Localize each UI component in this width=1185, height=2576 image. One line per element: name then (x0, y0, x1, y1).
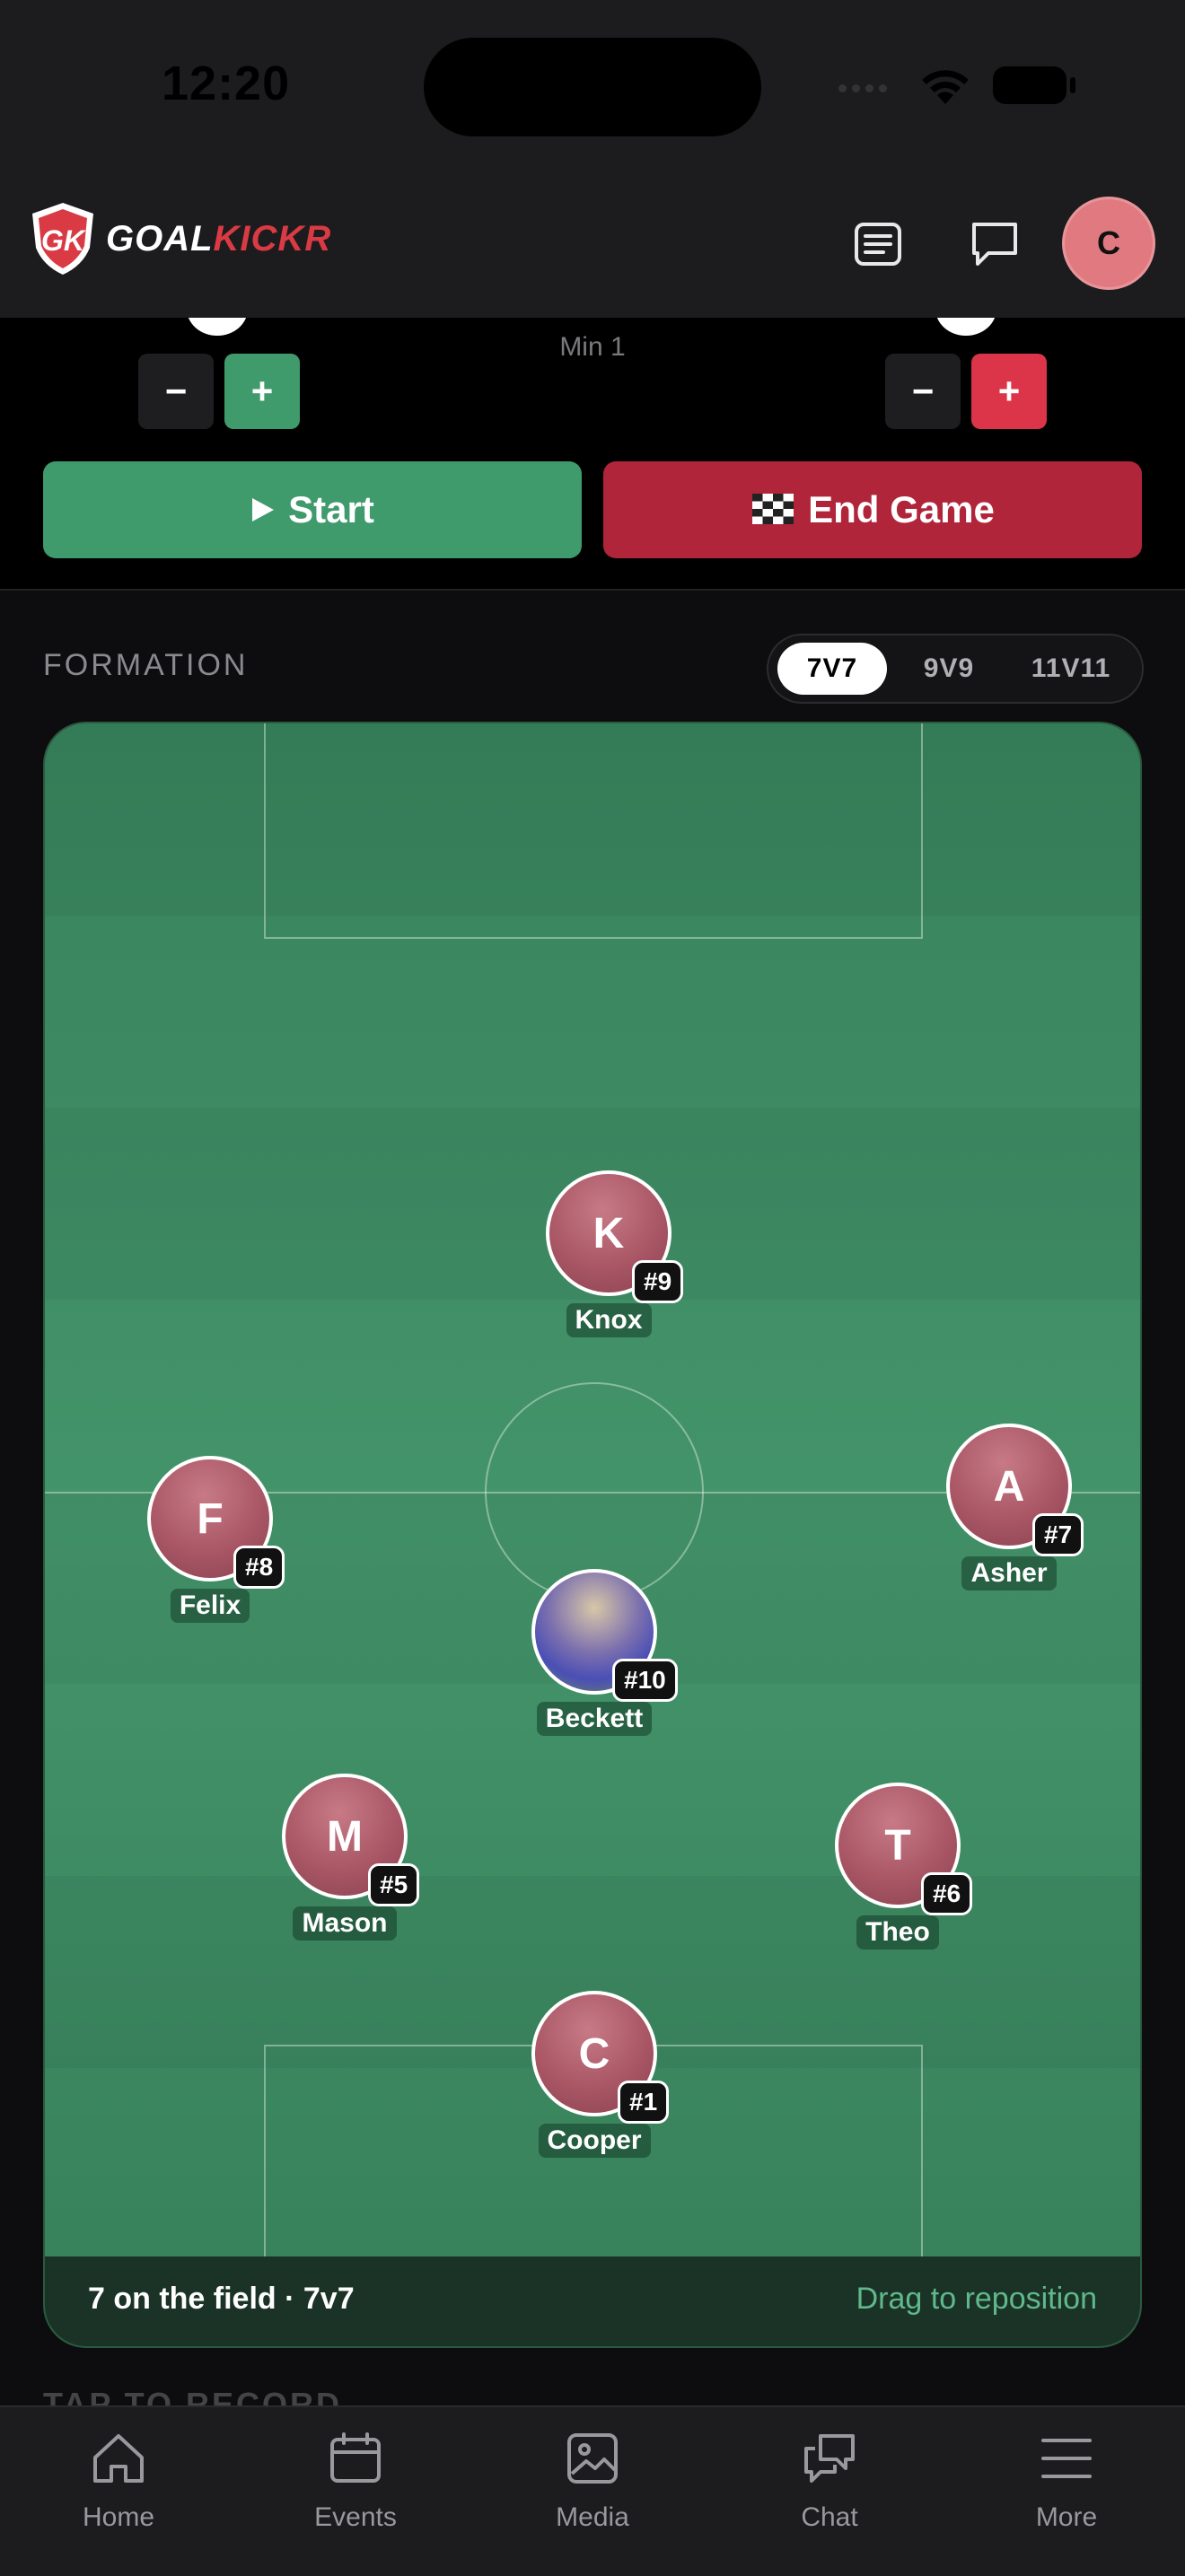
bottom-tab-bar: Home Events Media Chat More (0, 2405, 1185, 2576)
wifi-icon (922, 70, 969, 104)
user-avatar[interactable]: C (1065, 199, 1153, 287)
tab-events-label: Events (314, 2502, 397, 2532)
cellular-signal-icon (838, 84, 887, 92)
drag-hint: Drag to reposition (856, 2282, 1097, 2316)
brand-wordmark-part2: KICKR (213, 218, 332, 258)
start-button-label: Start (288, 488, 374, 530)
end-game-button-label: End Game (808, 488, 995, 530)
calendar-icon (328, 2429, 383, 2488)
player-number-badge: #1 (618, 2081, 670, 2124)
player-name: Knox (566, 1303, 652, 1337)
player-number-badge: #7 (1032, 1513, 1084, 1556)
formation-section-title: FORMATION (43, 648, 249, 682)
home-score-decrement-button[interactable]: − (138, 354, 214, 429)
svg-text:GK: GK (41, 224, 87, 257)
player-number-badge: #9 (632, 1260, 684, 1303)
tab-media-label: Media (556, 2502, 629, 2532)
player-name-label: Cooper (505, 2124, 684, 2158)
player-name-label: Asher (919, 1556, 1099, 1590)
brand-logo[interactable]: GK GOALKICKR (29, 201, 331, 276)
battery-cap (1070, 77, 1075, 93)
tab-more-label: More (1035, 2502, 1098, 2532)
notes-icon[interactable] (846, 212, 910, 276)
menu-icon (1040, 2429, 1093, 2488)
player-number-badge: #10 (612, 1659, 678, 1702)
player-name: Felix (170, 1589, 250, 1623)
top-penalty-box (264, 723, 923, 939)
home-score-increment-button[interactable]: + (224, 354, 300, 429)
player-name: Asher (961, 1556, 1057, 1590)
app-header: GK GOALKICKR C (0, 171, 1185, 320)
start-button[interactable]: Start (43, 461, 582, 558)
image-icon (565, 2429, 620, 2488)
player-name: Mason (293, 1906, 397, 1941)
player-number-badge: #8 (233, 1546, 285, 1589)
away-team-badge (935, 318, 996, 336)
chat-icon (801, 2429, 858, 2488)
away-score-decrement-button[interactable]: − (885, 354, 961, 429)
tab-home-label: Home (82, 2502, 155, 2532)
home-team-badge (187, 318, 248, 336)
checkered-flag-icon (752, 494, 794, 524)
soccer-pitch: K #9 Knox F #8 Felix A #7 Asher #10 Beck… (43, 722, 1142, 2348)
tab-events[interactable]: Events (237, 2407, 474, 2533)
brand-wordmark-part1: GOAL (106, 218, 214, 258)
player-name-label: Felix (120, 1589, 300, 1623)
play-icon (252, 498, 275, 521)
home-icon (90, 2429, 147, 2488)
away-score-increment-button[interactable]: + (971, 354, 1047, 429)
message-icon[interactable] (962, 212, 1027, 276)
player-name-label: Theo (808, 1915, 988, 1950)
formation-option-9v9[interactable]: 9V9 (896, 643, 1002, 695)
formation-selector: 7V7 9V9 11V11 (767, 634, 1144, 704)
battery-icon (993, 66, 1066, 104)
players-on-field-count: 7 on the field · 7v7 (88, 2282, 355, 2316)
status-time: 12:20 (162, 57, 291, 110)
player-name: Theo (856, 1915, 939, 1950)
player-number-badge: #6 (921, 1872, 973, 1915)
brand-wordmark: GOALKICKR (106, 219, 331, 259)
player-name-label: Mason (255, 1906, 434, 1941)
tab-media[interactable]: Media (474, 2407, 711, 2533)
tab-chat-label: Chat (801, 2502, 858, 2532)
formation-option-7v7[interactable]: 7V7 (777, 643, 887, 695)
status-bar: 12:20 (0, 0, 1185, 171)
player-number-badge: #5 (368, 1863, 420, 1906)
player-name-label: Beckett (505, 1702, 684, 1736)
pitch-footer: 7 on the field · 7v7 Drag to reposition (45, 2256, 1140, 2346)
shield-logo-icon: GK (32, 203, 93, 275)
end-game-button[interactable]: End Game (603, 461, 1142, 558)
match-minute: Min 1 (559, 332, 626, 362)
tab-more[interactable]: More (948, 2407, 1185, 2533)
formation-option-11v11[interactable]: 11V11 (1011, 643, 1131, 695)
dynamic-island (424, 38, 761, 136)
tab-home[interactable]: Home (0, 2407, 237, 2533)
scoreboard: Min 1 − + − + Start End Game (0, 318, 1185, 591)
player-name: Beckett (536, 1702, 653, 1736)
player-name-label: Knox (519, 1303, 698, 1337)
player-name: Cooper (538, 2124, 651, 2158)
tab-chat[interactable]: Chat (711, 2407, 948, 2533)
